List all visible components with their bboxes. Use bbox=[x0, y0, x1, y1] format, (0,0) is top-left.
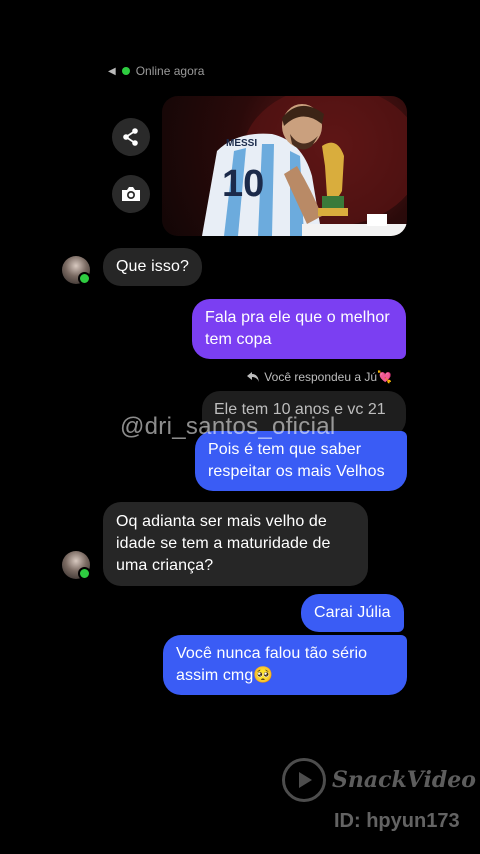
handle-watermark: @dri_santos_oficial bbox=[120, 413, 336, 440]
shared-photo[interactable]: 10 MESSI bbox=[162, 96, 407, 236]
camera-button[interactable] bbox=[112, 175, 150, 213]
status-text: Online agora bbox=[135, 64, 205, 78]
message-outgoing[interactable]: Fala pra ele que o melhor tem copa bbox=[192, 299, 406, 359]
online-dot bbox=[78, 567, 91, 580]
reply-note-text: Você respondeu a Jú💘 bbox=[264, 370, 392, 384]
svg-text:MESSI: MESSI bbox=[226, 138, 257, 149]
reply-arrow-icon bbox=[247, 372, 260, 382]
message-outgoing[interactable]: Você nunca falou tão sério assim cmg🥺 bbox=[163, 635, 407, 695]
online-indicator bbox=[121, 67, 130, 75]
snackvideo-watermark: SnackVideo bbox=[282, 758, 476, 802]
snackvideo-user-id: ID: hpyun173 bbox=[334, 810, 460, 832]
message-incoming[interactable]: Oq adianta ser mais velho de idade se te… bbox=[103, 502, 368, 586]
online-dot bbox=[78, 272, 91, 285]
back-arrow-icon[interactable]: ◀ bbox=[108, 66, 116, 77]
share-icon bbox=[123, 128, 138, 146]
svg-text:10: 10 bbox=[222, 163, 264, 205]
snackvideo-logo-icon bbox=[282, 758, 326, 802]
share-button[interactable] bbox=[112, 118, 150, 156]
reply-context: Você respondeu a Jú💘 bbox=[247, 370, 392, 384]
snackvideo-name: SnackVideo bbox=[332, 767, 476, 793]
message-incoming[interactable]: Que isso? bbox=[103, 248, 202, 286]
contact-avatar[interactable] bbox=[62, 551, 91, 580]
camera-icon bbox=[122, 187, 140, 201]
player-with-trophy-image: 10 MESSI bbox=[202, 96, 407, 236]
contact-avatar[interactable] bbox=[62, 256, 91, 285]
contact-status: ◀ Online agora bbox=[108, 64, 204, 78]
message-outgoing[interactable]: Carai Júlia bbox=[301, 594, 404, 632]
